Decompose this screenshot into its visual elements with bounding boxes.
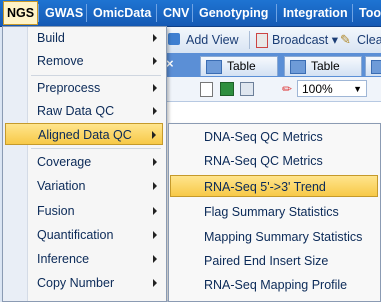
submenu-arrow-icon [153, 107, 157, 115]
tab-label: Table [311, 59, 340, 73]
menu-item-label: Build [37, 31, 65, 45]
clear-button[interactable]: Clea [357, 31, 381, 49]
menu-item-fusion[interactable]: Fusion [5, 200, 163, 222]
zoom-value: 100% [302, 82, 333, 96]
menu-item-label: RNA-Seq QC Metrics [204, 154, 323, 168]
add-view-icon [168, 33, 180, 45]
submenu-item-flag-summary-statistics[interactable]: Flag Summary Statistics [170, 201, 378, 223]
submenu-arrow-icon [153, 279, 157, 287]
submenu-arrow-icon [153, 207, 157, 215]
table-icon [206, 60, 222, 74]
menu-item-remove[interactable]: Remove [5, 50, 163, 72]
menu-gwas[interactable]: GWAS [45, 0, 83, 26]
menubar-divider [352, 4, 353, 22]
menu-item-label: Aligned Data QC [38, 128, 132, 142]
menubar-divider [276, 4, 277, 22]
chevron-down-icon: ▼ [353, 84, 362, 94]
menu-tools[interactable]: Tool [359, 0, 381, 26]
toolbar: Add View Broadcast ▾ ✎ Clea [160, 27, 381, 54]
submenu-arrow-icon [153, 231, 157, 239]
menu-item-coverage[interactable]: Coverage [5, 151, 163, 173]
grid-icon[interactable] [240, 82, 254, 96]
tab-label: Table [227, 59, 256, 73]
clear-icon: ✎ [340, 32, 351, 47]
menu-item-label: Variation [37, 179, 86, 193]
menubar-divider [38, 4, 39, 22]
broadcast-button[interactable]: Broadcast ▾ [272, 31, 338, 49]
menu-item-label: Coverage [37, 155, 92, 169]
tab-table-2[interactable]: Table [284, 56, 362, 76]
menu-item-label: Raw Data QC [37, 104, 115, 118]
menu-omicdata[interactable]: OmicData [93, 0, 151, 26]
menu-item-label: RNA-Seq Mapping Profile [204, 278, 348, 292]
submenu-item-paired-end-insert-size[interactable]: Paired End Insert Size [170, 250, 378, 272]
toolbar-divider [249, 31, 250, 49]
menu-separator [31, 75, 161, 76]
tab-strip: × Table Table [160, 53, 381, 77]
menu-item-build[interactable]: Build [5, 27, 163, 49]
add-view-button[interactable]: Add View [186, 31, 239, 49]
table-icon [371, 60, 381, 74]
aligned-data-qc-submenu: DNA-Seq QC Metrics RNA-Seq QC Metrics RN… [168, 123, 381, 302]
menu-item-preprocess[interactable]: Preprocess [5, 77, 163, 99]
submenu-item-dna-seq-qc-metrics[interactable]: DNA-Seq QC Metrics [170, 126, 378, 148]
menu-separator [31, 148, 161, 149]
menu-item-copy-number[interactable]: Copy Number [5, 272, 163, 294]
menu-item-label: Paired End Insert Size [204, 254, 329, 268]
pen-icon[interactable]: ✏ [282, 82, 292, 96]
tab-partial[interactable] [365, 56, 381, 76]
menubar-divider [156, 4, 157, 22]
close-icon[interactable]: × [166, 56, 174, 71]
menu-item-label: Quantification [37, 228, 114, 242]
ngs-menu: Build Remove Preprocess Raw Data QC Alig… [2, 26, 167, 302]
excel-icon[interactable] [220, 82, 234, 96]
menu-item-label: Flag Summary Statistics [204, 205, 339, 219]
submenu-arrow-icon [153, 34, 157, 42]
tab-table-1[interactable]: Table [200, 56, 278, 76]
submenu-arrow-icon [152, 131, 156, 139]
submenu-item-rna-seq-mapping-profile[interactable]: RNA-Seq Mapping Profile [170, 274, 378, 296]
menu-cnv[interactable]: CNV [163, 0, 189, 26]
submenu-item-rna-seq-qc-metrics[interactable]: RNA-Seq QC Metrics [170, 150, 378, 172]
menu-item-label: Mapping Summary Statistics [204, 230, 363, 244]
menu-item-variation[interactable]: Variation [5, 175, 163, 197]
menubar-divider [192, 4, 193, 22]
zoom-select[interactable]: 100% ▼ [297, 80, 367, 97]
menu-item-label: Fusion [37, 204, 75, 218]
submenu-arrow-icon [153, 57, 157, 65]
broadcast-label: Broadcast [272, 33, 329, 47]
menu-item-aligned-data-qc[interactable]: Aligned Data QC [5, 123, 163, 145]
menu-item-raw-data-qc[interactable]: Raw Data QC [5, 100, 163, 122]
broadcast-icon [256, 33, 268, 48]
menu-item-quantification[interactable]: Quantification [5, 224, 163, 246]
menu-item-label: Preprocess [37, 81, 101, 95]
menubar: NGS GWAS OmicData CNV Genotyping Integra… [0, 0, 381, 27]
menu-item-label: Copy Number [37, 276, 115, 290]
submenu-arrow-icon [153, 158, 157, 166]
menu-integration[interactable]: Integration [283, 0, 348, 26]
menu-item-label: DNA-Seq QC Metrics [204, 130, 323, 144]
submenu-arrow-icon [153, 255, 157, 263]
menu-item-inference[interactable]: Inference [5, 248, 163, 270]
menu-item-label: RNA-Seq 5'->3' Trend [204, 180, 326, 194]
menubar-divider [86, 4, 87, 22]
submenu-item-rna-seq-trend[interactable]: RNA-Seq 5'->3' Trend [170, 175, 378, 197]
document-icon[interactable] [200, 82, 213, 97]
menu-ngs[interactable]: NGS [3, 1, 39, 25]
menu-genotyping[interactable]: Genotyping [199, 0, 268, 26]
submenu-arrow-icon [153, 84, 157, 92]
submenu-arrow-icon [153, 182, 157, 190]
submenu-item-mapping-summary-statistics[interactable]: Mapping Summary Statistics [170, 226, 378, 248]
menu-item-label: Remove [37, 54, 84, 68]
table-icon [290, 60, 306, 74]
menu-item-label: Inference [37, 252, 90, 266]
